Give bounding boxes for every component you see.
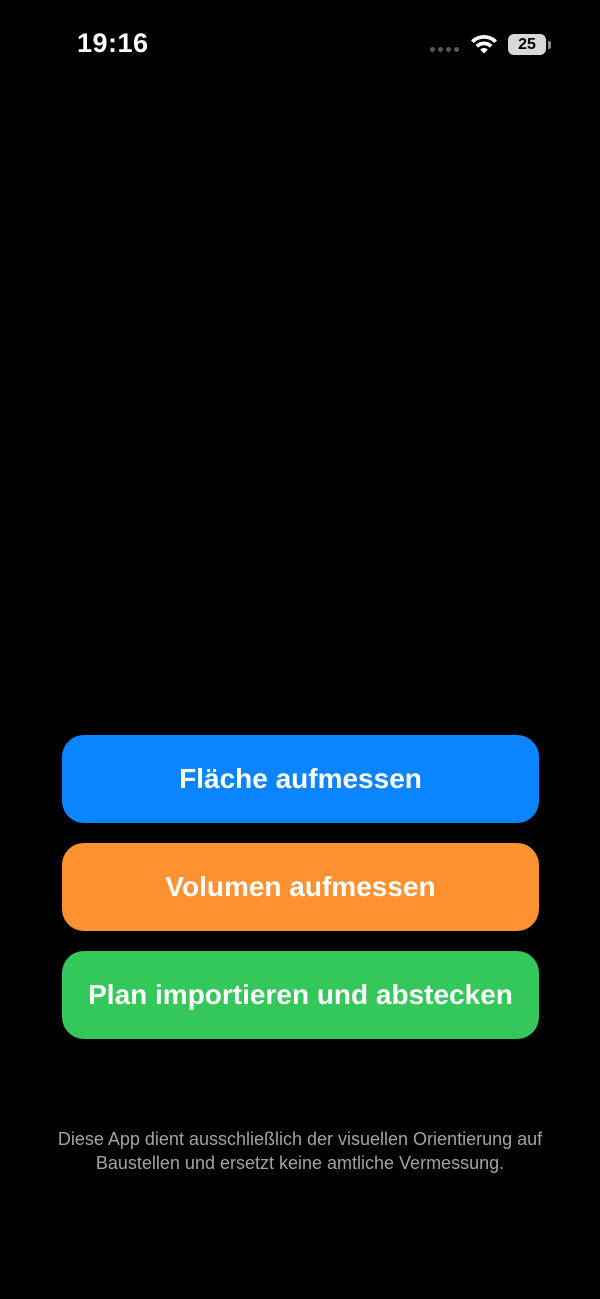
battery-icon: 25 <box>508 34 546 55</box>
signal-dots-icon <box>430 47 459 52</box>
battery-level: 25 <box>518 35 536 53</box>
disclaimer-text: Diese App dient ausschließlich der visue… <box>57 1129 543 1173</box>
import-plan-button[interactable]: Plan importieren und abstecken <box>62 951 539 1039</box>
status-time: 19:16 <box>77 28 149 58</box>
measure-area-button[interactable]: Fläche aufmessen <box>62 735 539 823</box>
action-buttons: Fläche aufmessen Volumen aufmessen Plan … <box>62 735 539 1039</box>
measure-volume-button[interactable]: Volumen aufmessen <box>62 843 539 931</box>
battery-cap <box>548 41 551 49</box>
wifi-icon <box>471 35 497 54</box>
status-bar: 19:16 25 <box>0 0 600 90</box>
